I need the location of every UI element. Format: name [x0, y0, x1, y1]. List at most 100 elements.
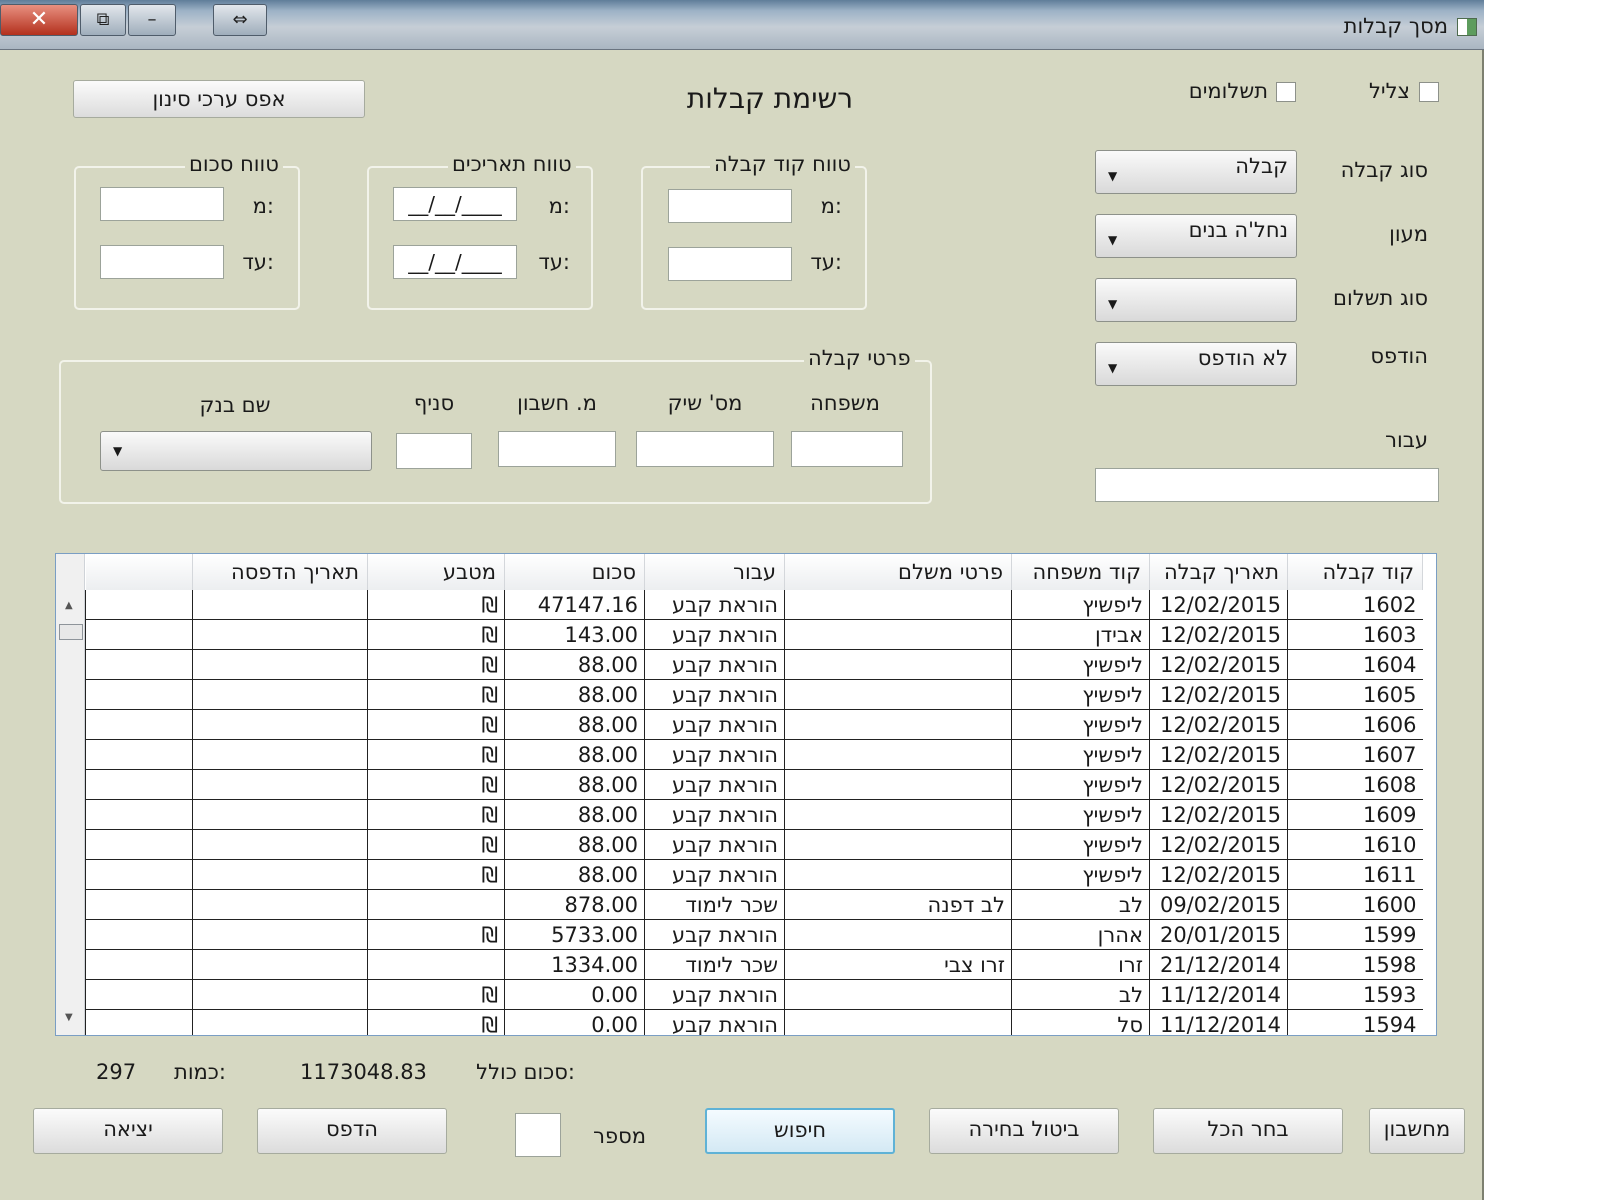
col-amount-cell: 88.00 — [504, 799, 645, 830]
code-to-input[interactable] — [668, 247, 792, 281]
col-family-code-header[interactable]: קוד משפחה — [1011, 554, 1150, 590]
sum-from-input[interactable] — [100, 187, 224, 221]
col-amount-cell: 878.00 — [504, 889, 645, 920]
col-print-date-cell — [192, 1009, 368, 1035]
table-row[interactable]: 1598 21/12/2014 זרו זרו צבי שכר לימוד 1334.00 — [85, 949, 1423, 980]
close-button[interactable]: ✕ — [0, 4, 78, 36]
col-amount-cell: 88.00 — [504, 679, 645, 710]
table-row[interactable]: 1594 11/12/2014 סל הוראת קבע 0.00 ₪ — [85, 1009, 1423, 1035]
col-family-code-cell: ליפשיץ — [1011, 859, 1150, 890]
exit-button[interactable]: יציאה — [33, 1108, 223, 1154]
date-to-input[interactable]: __/__/____ — [393, 245, 517, 279]
col-print-date-cell — [192, 590, 368, 620]
code-from-label: מ: — [820, 194, 842, 218]
table-row[interactable]: 1593 11/12/2014 לב הוראת קבע 0.00 ₪ — [85, 979, 1423, 1010]
check-number-label: מס' שיק — [667, 391, 743, 415]
printed-select[interactable]: ▼ לא הודפס — [1095, 342, 1297, 386]
table-row[interactable]: 1606 12/02/2015 ליפשיץ הוראת קבע 88.00 ₪ — [85, 709, 1423, 740]
sum-from-label: מ: — [252, 194, 274, 218]
cancel-selection-button[interactable]: ביטול בחירה — [929, 1108, 1119, 1154]
scroll-thumb[interactable] — [59, 624, 83, 640]
col-amount-header[interactable]: סכום — [504, 554, 645, 590]
col-receipt-date-cell: 12/02/2015 — [1149, 679, 1288, 710]
col-amount-cell: 0.00 — [504, 1009, 645, 1035]
sum-range-title: טווח סכום — [185, 152, 283, 176]
branch-input[interactable] — [396, 433, 472, 469]
col-payer-details-cell — [784, 739, 1012, 770]
col-print-date-header[interactable]: תאריך הדפסה — [192, 554, 368, 590]
col-currency-cell: ₪ — [367, 649, 505, 680]
table-row[interactable]: 1610 12/02/2015 ליפשיץ הוראת קבע 88.00 ₪ — [85, 829, 1423, 860]
col-print-date-cell — [192, 829, 368, 860]
col-for-header[interactable]: עבור — [644, 554, 785, 590]
col-blank-cell — [85, 649, 193, 680]
sum-to-label: עד: — [242, 250, 274, 274]
payment-type-select[interactable]: ▼ — [1095, 278, 1297, 322]
col-for-cell: הוראת קבע — [644, 649, 785, 680]
col-receipt-date-header[interactable]: תאריך קבלה — [1149, 554, 1288, 590]
col-receipt-date-cell: 12/02/2015 — [1149, 709, 1288, 740]
tzlil-checkbox[interactable] — [1419, 82, 1439, 102]
table-row[interactable]: 1599 20/01/2015 אהרן הוראת קבע 5733.00 ₪ — [85, 919, 1423, 950]
table-row[interactable]: 1607 12/02/2015 ליפשיץ הוראת קבע 88.00 ₪ — [85, 739, 1423, 770]
select-all-button[interactable]: בחר הכל — [1153, 1108, 1343, 1154]
for-input[interactable] — [1095, 468, 1439, 502]
vertical-scrollbar[interactable]: ▲ ▼ — [56, 554, 85, 1035]
minimize-button[interactable]: – — [128, 4, 176, 36]
number-input[interactable] — [515, 1113, 561, 1157]
code-range-title: טווח קוד קבלה — [710, 152, 855, 176]
col-currency-cell: ₪ — [367, 829, 505, 860]
restore-button[interactable]: ⧉ — [80, 4, 126, 36]
col-blank-header[interactable] — [85, 554, 193, 590]
table-row[interactable]: 1609 12/02/2015 ליפשיץ הוראת קבע 88.00 ₪ — [85, 799, 1423, 830]
calculator-button[interactable]: מחשבון — [1369, 1108, 1465, 1154]
col-blank-cell — [85, 949, 193, 980]
number-label: מספר — [593, 1124, 646, 1148]
sum-to-input[interactable] — [100, 245, 224, 279]
code-range-group — [641, 166, 867, 310]
payments-checkbox[interactable] — [1276, 82, 1296, 102]
table-row[interactable]: 1611 12/02/2015 ליפשיץ הוראת קבע 88.00 ₪ — [85, 859, 1423, 890]
col-amount-cell: 0.00 — [504, 979, 645, 1010]
table-row[interactable]: 1608 12/02/2015 ליפשיץ הוראת קבע 88.00 ₪ — [85, 769, 1423, 800]
col-amount-cell: 1334.00 — [504, 949, 645, 980]
col-blank-cell — [85, 979, 193, 1010]
table-row[interactable]: 1604 12/02/2015 ליפשיץ הוראת קבע 88.00 ₪ — [85, 649, 1423, 680]
table-row[interactable]: 1603 12/02/2015 אבידן הוראת קבע 143.00 ₪ — [85, 619, 1423, 650]
check-number-input[interactable] — [636, 431, 774, 467]
col-currency-header[interactable]: מטבע — [367, 554, 505, 590]
account-number-input[interactable] — [498, 431, 616, 467]
col-payer-details-cell — [784, 919, 1012, 950]
col-family-code-cell: ליפשיץ — [1011, 649, 1150, 680]
col-payer-details-header[interactable]: פרטי משלם — [784, 554, 1012, 590]
col-receipt-date-cell: 12/02/2015 — [1149, 799, 1288, 830]
print-button[interactable]: הדפס — [257, 1108, 447, 1154]
col-payer-details-cell — [784, 799, 1012, 830]
family-input[interactable] — [791, 431, 903, 467]
col-blank-cell — [85, 919, 193, 950]
table-row[interactable]: 1605 12/02/2015 ליפשיץ הוראת קבע 88.00 ₪ — [85, 679, 1423, 710]
col-currency-cell: ₪ — [367, 979, 505, 1010]
receipt-type-select[interactable]: ▼ קבלה — [1095, 150, 1297, 194]
table-row[interactable]: 1602 12/02/2015 ליפשיץ הוראת קבע 47147.16 ₪ — [85, 590, 1423, 620]
receipts-grid[interactable]: ▲ ▼ קוד קבלה תאריך קבלה קוד משפחה פרטי משלם… — [55, 553, 1437, 1036]
col-amount-cell: 88.00 — [504, 709, 645, 740]
col-print-date-cell — [192, 769, 368, 800]
col-receipt-code-cell: 1608 — [1287, 769, 1423, 800]
date-from-input[interactable]: __/__/____ — [393, 187, 517, 221]
table-row[interactable]: 1600 09/02/2015 לב לב דפנה שכר לימוד 878.00 — [85, 889, 1423, 920]
resize-toggle-button[interactable]: ⇔ — [213, 4, 267, 36]
bank-name-select[interactable]: ▼ — [100, 431, 372, 471]
maon-select[interactable]: ▼ נחל'ה בנים — [1095, 214, 1297, 258]
total-value: 1173048.83 — [300, 1060, 427, 1084]
code-from-input[interactable] — [668, 189, 792, 223]
col-currency-cell: ₪ — [367, 799, 505, 830]
col-receipt-date-cell: 11/12/2014 — [1149, 979, 1288, 1010]
for-label: עבור — [1385, 428, 1428, 452]
col-for-cell: הוראת קבע — [644, 1009, 785, 1035]
scroll-down-icon[interactable]: ▼ — [65, 1012, 73, 1023]
search-button[interactable]: חיפוש — [705, 1108, 895, 1154]
col-receipt-code-header[interactable]: קוד קבלה — [1287, 554, 1423, 590]
scroll-up-icon[interactable]: ▲ — [65, 600, 73, 611]
reset-filters-button[interactable]: אפס ערכי סינון — [73, 80, 365, 118]
